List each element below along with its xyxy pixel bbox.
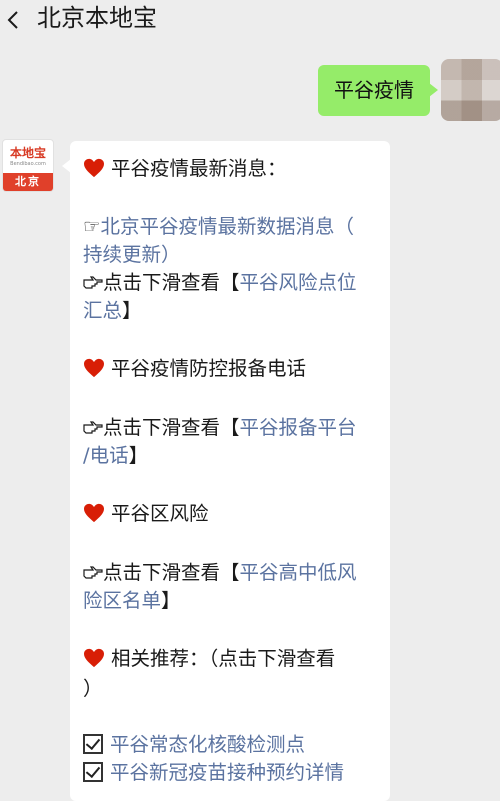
link-text[interactable]: /电话 <box>83 444 129 467</box>
section-heading: 平谷疫情最新消息： <box>83 155 287 183</box>
section-heading-cont: ） <box>83 677 103 700</box>
section-heading: 平谷疫情防控报备电话 <box>83 355 306 383</box>
checklist-item[interactable]: 平谷常态化核酸检测点 <box>83 731 305 759</box>
link-text[interactable]: 平谷常态化核酸检测点 <box>110 733 305 756</box>
pointing-hand-icon <box>83 276 103 289</box>
checkbox-checked-icon <box>83 762 103 782</box>
link-text[interactable]: 平谷新冠疫苗接种预约详情 <box>110 761 344 784</box>
instruction-text: 点击下滑查看【 <box>103 416 240 439</box>
section-heading-text: 平谷疫情防控报备电话 <box>111 357 307 380</box>
link-text[interactable]: 平谷风险点位 <box>240 271 357 294</box>
user-avatar[interactable] <box>441 59 500 121</box>
pointing-hand-icon <box>83 566 103 579</box>
chevron-left-icon[interactable] <box>2 8 26 32</box>
link-text[interactable]: 汇总 <box>83 299 122 322</box>
checklist-item[interactable]: 平谷新冠疫苗接种预约详情 <box>83 759 344 787</box>
list-item[interactable]: 险区名单】 <box>83 587 181 615</box>
chat-header: 北京本地宝 <box>0 0 500 56</box>
list-item[interactable]: 点击下滑查看【平谷高中低风 <box>83 559 357 587</box>
section-heading: 平谷区风险 <box>83 500 209 528</box>
list-item[interactable]: 点击下滑查看【平谷风险点位 <box>83 269 357 297</box>
instruction-text: 点击下滑查看【 <box>103 561 240 584</box>
heart-icon <box>84 503 104 523</box>
pointing-hand-icon: ☞ <box>83 215 101 238</box>
bracket-text: 】 <box>161 589 181 612</box>
link-text[interactable]: 持续更新） <box>83 243 181 266</box>
heart-icon <box>84 358 104 378</box>
list-item[interactable]: 汇总】 <box>83 297 142 325</box>
heart-icon <box>84 648 104 668</box>
chat-title: 北京本地宝 <box>37 4 157 32</box>
link-text[interactable]: 险区名单 <box>83 589 161 612</box>
heart-icon <box>84 158 104 178</box>
section-heading-text: 平谷区风险 <box>111 502 209 525</box>
section-heading-text: 平谷疫情最新消息： <box>111 157 287 180</box>
list-item[interactable]: ☞北京平谷疫情最新数据消息（ <box>83 213 354 241</box>
instruction-text: 点击下滑查看【 <box>103 271 240 294</box>
pointing-hand-icon <box>83 421 103 434</box>
outgoing-message-bubble[interactable]: 平谷疫情 <box>318 65 438 116</box>
list-item[interactable]: /电话】 <box>83 442 148 470</box>
avatar-logo-sub: Bendibao.com <box>10 161 46 167</box>
avatar-logo-text: 本地宝 <box>9 146 46 160</box>
link-text[interactable]: 平谷高中低风 <box>240 561 357 584</box>
avatar-city-label: 北京 <box>3 173 53 191</box>
section-heading-text: 相关推荐：（点击下滑查看 <box>111 647 336 670</box>
list-item[interactable]: 点击下滑查看【平谷报备平台 <box>83 414 357 442</box>
link-text[interactable]: 平谷报备平台 <box>240 416 357 439</box>
section-heading: 相关推荐：（点击下滑查看 <box>83 645 335 673</box>
bracket-text: 】 <box>122 299 142 322</box>
list-item[interactable]: 持续更新） <box>83 241 181 269</box>
link-text[interactable]: 北京平谷疫情最新数据消息（ <box>100 215 354 238</box>
bracket-text: 】 <box>128 444 149 467</box>
bendibao-avatar[interactable]: 本地宝 Bendibao.com 北京 <box>2 139 54 192</box>
checkbox-checked-icon <box>83 734 103 754</box>
